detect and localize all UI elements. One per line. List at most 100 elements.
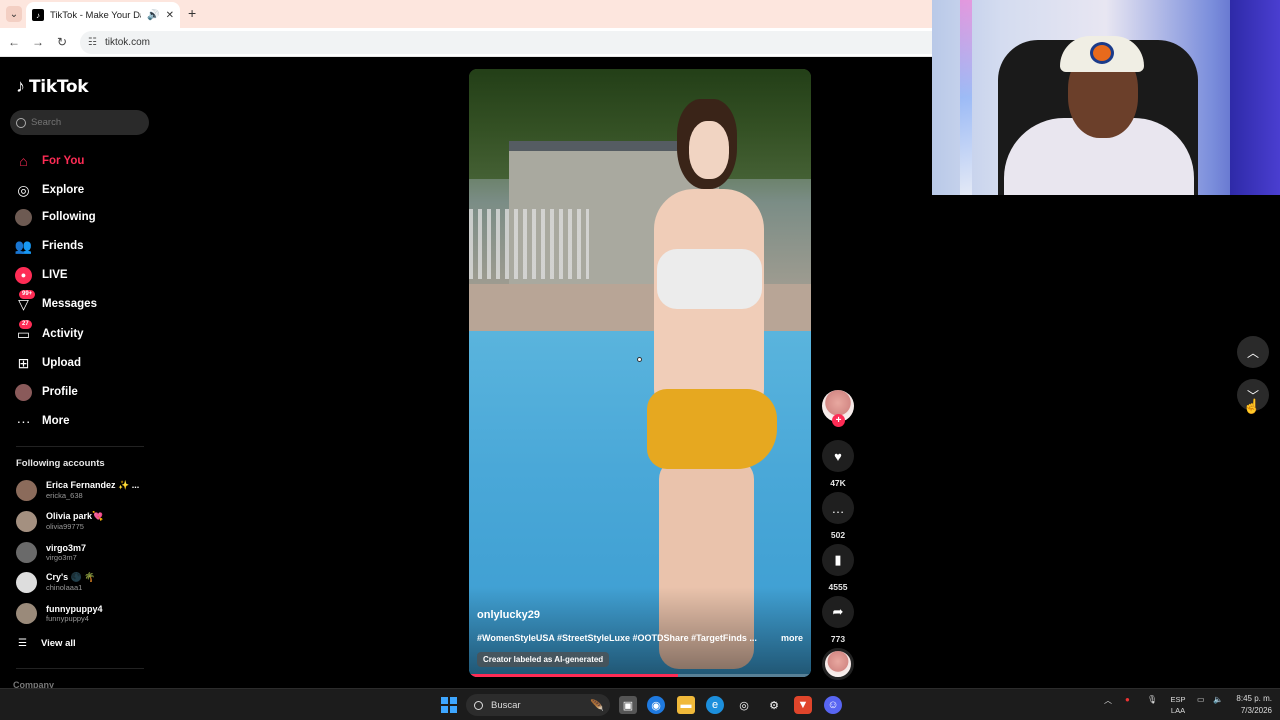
- list-icon: ☰: [18, 638, 27, 649]
- back-arrow-icon[interactable]: ←: [6, 34, 22, 50]
- caption-hashtags[interactable]: #WomenStyleUSA #StreetStyleLuxe #OOTDSha…: [477, 633, 775, 643]
- search-icon: [474, 700, 483, 710]
- nav-following[interactable]: Following: [15, 206, 96, 228]
- home-icon: ⌂: [19, 153, 28, 169]
- browser-tab-bar: ⌄ ♪ TikTok - Make Your Day 🔊 ✕ +: [0, 0, 932, 28]
- account-name: Olivia park💘: [46, 511, 104, 521]
- nav-for-you[interactable]: ⌂ For You: [15, 150, 84, 172]
- forward-arrow-icon[interactable]: →: [30, 34, 46, 50]
- video-background-fence: [469, 209, 589, 279]
- tab-audio-icon[interactable]: 🔊: [147, 10, 159, 21]
- windows-start-icon[interactable]: [440, 696, 458, 714]
- avatar: [16, 541, 37, 563]
- heart-icon[interactable]: ♥: [822, 440, 854, 472]
- nav-explore[interactable]: ◎ Explore: [15, 179, 84, 201]
- tiktok-logo[interactable]: ♪ TikTok: [16, 76, 89, 97]
- system-clock[interactable]: 8:45 p. m. 7/3/2026: [1222, 693, 1272, 717]
- comment-action[interactable]: … 502: [822, 492, 854, 540]
- account-item[interactable]: Cry's 🌑 🌴 chinolaaa1: [16, 570, 96, 594]
- nav-messages[interactable]: ▽ 99+ Messages: [15, 289, 97, 315]
- browser-toolbar: ← → ↻ ☷ tiktok.com: [0, 28, 932, 57]
- edge-icon[interactable]: e: [706, 696, 724, 714]
- account-item[interactable]: funnypuppy4 funnypuppy4: [16, 601, 103, 625]
- site-info-icon[interactable]: ☷: [88, 37, 97, 48]
- share-action[interactable]: ➦ 773: [822, 596, 854, 644]
- hand-cursor-icon: ☝: [1243, 398, 1261, 414]
- nav-friends[interactable]: 👥 Friends: [15, 235, 84, 257]
- nav-label: Activity: [42, 328, 84, 340]
- account-handle: ericka_638: [46, 491, 83, 500]
- nav-live[interactable]: ● LIVE: [15, 264, 68, 286]
- messages-icon: ▽ 99+: [15, 289, 36, 313]
- nav-label: More: [42, 415, 70, 427]
- search-input[interactable]: [31, 117, 141, 128]
- discord-icon[interactable]: ☺: [824, 696, 842, 714]
- search-highlight-icon: 🪶: [590, 699, 604, 712]
- tab-search-menu-icon[interactable]: ⌄: [6, 6, 22, 22]
- webcam-overlay: [932, 0, 1280, 195]
- taskbar-search[interactable]: Buscar 🪶: [466, 694, 610, 716]
- nav-label: Upload: [42, 357, 81, 369]
- avatar: [16, 602, 37, 624]
- tiktok-favicon-icon: ♪: [32, 9, 44, 21]
- avatar: [16, 510, 37, 532]
- nav-label: LIVE: [42, 269, 68, 281]
- new-tab-button[interactable]: +: [188, 6, 196, 20]
- account-item[interactable]: Olivia park💘 olivia99775: [16, 509, 103, 533]
- activity-badge: 27: [19, 319, 32, 329]
- caption-more-button[interactable]: more: [781, 633, 803, 643]
- share-icon[interactable]: ➦: [822, 596, 854, 628]
- follow-plus-icon[interactable]: +: [832, 414, 845, 427]
- microphone-icon[interactable]: 🎙: [1147, 695, 1157, 704]
- tab-close-icon[interactable]: ✕: [166, 10, 174, 21]
- video-author[interactable]: onlylucky29: [477, 609, 540, 621]
- taskbar-search-text: Buscar: [491, 699, 521, 711]
- account-item[interactable]: virgo3m7 virgo3m7: [16, 540, 86, 564]
- browser-tab[interactable]: ♪ TikTok - Make Your Day 🔊 ✕: [26, 2, 180, 28]
- reload-icon[interactable]: ↻: [54, 34, 70, 50]
- chrome-icon[interactable]: ◉: [647, 696, 665, 714]
- nav-label: Messages: [42, 298, 97, 310]
- network-icon[interactable]: ▭: [1197, 695, 1205, 704]
- logo-text: TikTok: [29, 76, 89, 97]
- like-count: 47K: [830, 478, 846, 488]
- tray-app-icon[interactable]: ●: [1125, 695, 1130, 704]
- address-bar[interactable]: ☷ tiktok.com: [80, 31, 932, 54]
- nav-activity[interactable]: ▭ 27 Activity: [15, 319, 84, 345]
- steam-icon[interactable]: ⚙: [765, 696, 783, 714]
- tray-overflow-icon[interactable]: ︿: [1104, 695, 1112, 706]
- view-all-link[interactable]: ☰ View all: [18, 638, 76, 649]
- taskbar: Buscar 🪶 ▣ ◉ ▬ e ◎ ⚙ ▼ ☺ ︿ ● 🎙 ESP LAA ▭…: [0, 688, 1280, 720]
- nav-profile[interactable]: Profile: [15, 381, 78, 403]
- comment-icon[interactable]: …: [822, 492, 854, 524]
- avatar: [16, 479, 37, 501]
- nav-label: Explore: [42, 184, 85, 196]
- video-player[interactable]: onlylucky29 #WomenStyleUSA #StreetStyleL…: [469, 69, 811, 677]
- save-action[interactable]: ▮ 4555: [822, 544, 854, 592]
- sidebar-divider: [16, 668, 144, 669]
- like-action[interactable]: ♥ 47K: [822, 440, 854, 488]
- profile-icon: [15, 383, 32, 401]
- nav-upload[interactable]: ⊞ Upload: [15, 352, 81, 374]
- file-explorer-icon[interactable]: ▬: [677, 696, 695, 714]
- nav-more[interactable]: ··· More: [15, 410, 70, 432]
- video-caption: #WomenStyleUSA #StreetStyleLuxe #OOTDSha…: [477, 633, 803, 643]
- bookmark-icon[interactable]: ▮: [822, 544, 854, 576]
- search-box[interactable]: [10, 110, 149, 135]
- save-count: 4555: [828, 582, 848, 592]
- task-view-icon[interactable]: ▣: [619, 696, 637, 714]
- video-progress-bar[interactable]: [469, 674, 811, 677]
- brave-icon[interactable]: ▼: [794, 696, 812, 714]
- comment-count: 502: [830, 530, 846, 540]
- music-disc-icon[interactable]: [822, 648, 854, 680]
- screen: ⌄ ♪ TikTok - Make Your Day 🔊 ✕ + ← → ↻ ☷…: [0, 0, 1280, 720]
- capture-app-icon[interactable]: ◎: [735, 696, 753, 714]
- keyboard-layout: LAA: [1170, 706, 1186, 715]
- account-item[interactable]: Erica Fernandez ✨ ... ericka_638: [16, 478, 139, 502]
- language-indicator[interactable]: ESP LAA: [1168, 694, 1188, 716]
- live-icon: ●: [15, 266, 32, 284]
- clock-date: 7/3/2026: [1240, 706, 1272, 715]
- previous-video-button[interactable]: ︿: [1237, 336, 1269, 368]
- compass-icon: ◎: [17, 181, 30, 198]
- tab-title: TikTok - Make Your Day: [50, 9, 142, 21]
